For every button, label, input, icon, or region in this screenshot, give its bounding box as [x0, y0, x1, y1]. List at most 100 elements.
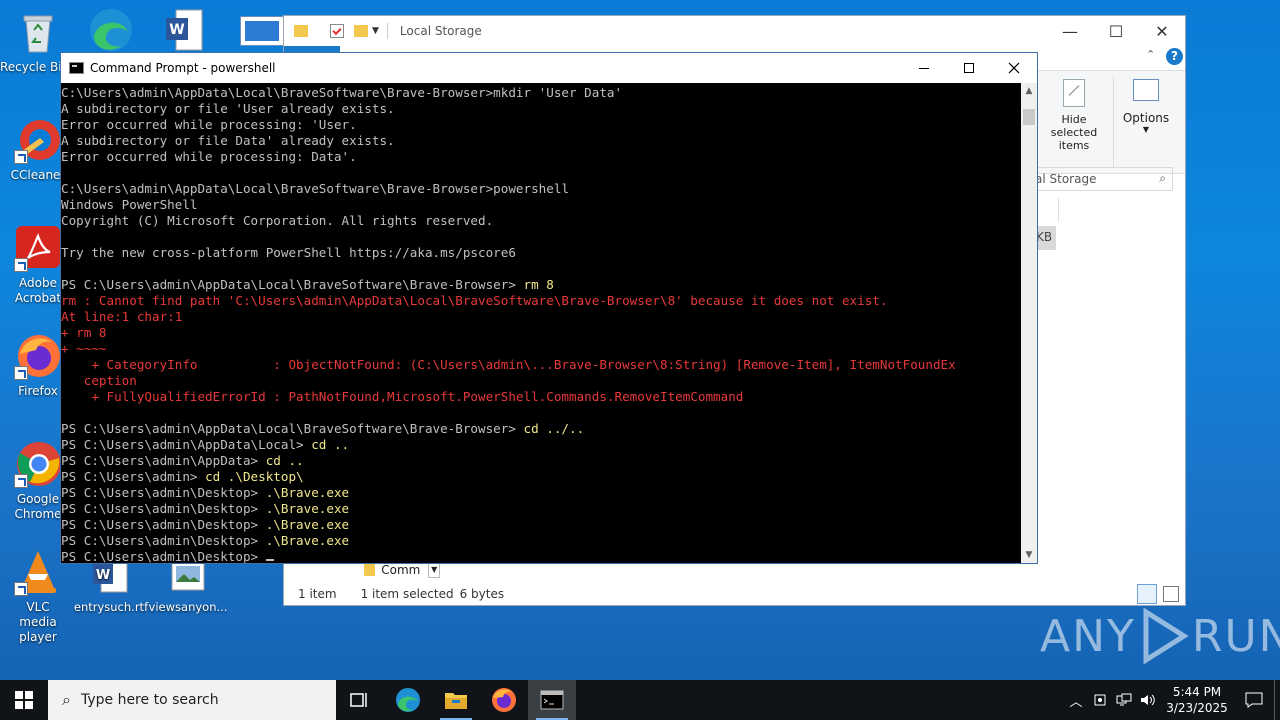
- command-text: .\Brave.exe: [265, 485, 350, 500]
- prompt-text: PS C:\Users\admin\AppData\Local\BraveSof…: [61, 277, 524, 292]
- svg-text:W: W: [96, 568, 110, 583]
- network-icon[interactable]: [1112, 693, 1136, 707]
- explorer-status-bar: 1 item 1 item selected 6 bytes: [284, 583, 1185, 605]
- desktop-icon-label: Recycle Bin: [0, 60, 62, 74]
- taskbar-cmd-button[interactable]: [528, 680, 576, 720]
- ribbon-view-panel: Hide selected items Options ▼: [1035, 70, 1185, 174]
- search-placeholder: Type here to search: [80, 692, 219, 708]
- cmd-window-title: Command Prompt - powershell: [90, 61, 276, 75]
- item-count: 1 item: [298, 587, 337, 601]
- console-line: PS C:\Users\admin\AppData> cd ..: [61, 453, 1023, 469]
- console-scrollbar[interactable]: ▲ ▼: [1021, 83, 1037, 563]
- folder-icon: [364, 564, 376, 576]
- show-desktop-button[interactable]: [1274, 680, 1280, 720]
- console-line: PS C:\Users\admin> cd .\Desktop\: [61, 469, 1023, 485]
- options-button[interactable]: Options ▼: [1119, 79, 1173, 134]
- notifications-icon[interactable]: [1234, 692, 1274, 708]
- text-cursor: [265, 559, 274, 561]
- firefox-icon: [14, 332, 62, 380]
- explorer-close-button[interactable]: ✕: [1139, 16, 1185, 46]
- chrome-icon: [14, 440, 62, 488]
- clock-date: 3/23/2025: [1166, 701, 1228, 715]
- chevron-up-icon[interactable]: ⌃: [1146, 48, 1155, 61]
- command-text: .\Brave.exe: [265, 501, 350, 516]
- taskbar-firefox-button[interactable]: [480, 680, 528, 720]
- console-line: C:\Users\admin\AppData\Local\BraveSoftwa…: [61, 85, 623, 100]
- console-line: Copyright (C) Microsoft Corporation. All…: [61, 213, 494, 228]
- selected-size: 6 bytes: [459, 587, 505, 601]
- large-icons-view-icon[interactable]: [1163, 586, 1179, 602]
- taskbar-file-explorer-button[interactable]: [432, 680, 480, 720]
- taskbar-clock[interactable]: 5:44 PM 3/23/2025: [1160, 684, 1234, 716]
- scroll-down-arrow-icon[interactable]: ▼: [1021, 547, 1037, 563]
- taskbar-search-box[interactable]: ⌕ Type here to search: [48, 680, 336, 720]
- edge-icon: [396, 688, 420, 712]
- details-view-icon[interactable]: [1137, 584, 1157, 604]
- cmd-minimize-button[interactable]: [901, 53, 947, 83]
- console-line: Windows PowerShell: [61, 197, 198, 212]
- properties-icon[interactable]: [330, 24, 344, 38]
- desktop-icon-label: Google Chrome: [14, 492, 62, 521]
- column-divider: [1058, 198, 1059, 222]
- explorer-search-box[interactable]: al Storage ⌕: [1026, 167, 1173, 191]
- prompt-text: PS C:\Users\admin\AppData>: [61, 453, 266, 468]
- desktop-icon-label: VLC media player: [19, 600, 57, 644]
- command-text: cd ../..: [523, 421, 585, 436]
- hide-selected-items-button[interactable]: Hide selected items: [1037, 79, 1111, 152]
- cmd-titlebar[interactable]: Command Prompt - powershell: [61, 53, 1037, 83]
- taskbar: ⌕ Type here to search ︿ 5:44 PM 3/23/202…: [0, 680, 1280, 720]
- console-line: A subdirectory or file Data' already exi…: [61, 133, 395, 148]
- svg-text:W: W: [169, 22, 184, 38]
- task-view-icon: [350, 693, 367, 707]
- cmd-icon: [540, 690, 564, 710]
- word-desktop-icon[interactable]: W: [162, 8, 206, 52]
- console-line: PS C:\Users\admin\Desktop> .\Brave.exe: [61, 533, 1023, 549]
- command-text: cd ..: [311, 437, 350, 452]
- start-button[interactable]: [0, 680, 48, 720]
- play-logo-icon: [1143, 608, 1189, 664]
- prompt-text: PS C:\Users\admin\AppData\Local\BraveSof…: [61, 421, 524, 436]
- command-text: .\Brave.exe: [265, 533, 350, 548]
- desktop-icon-viewsanyon[interactable]: viewsanyon...: [148, 556, 228, 615]
- console-line: PS C:\Users\admin\Desktop>: [61, 549, 1023, 563]
- cmd-maximize-button[interactable]: [946, 53, 992, 83]
- chevron-down-icon[interactable]: ▼: [372, 26, 379, 36]
- vlc-icon: [14, 548, 62, 596]
- command-prompt-window[interactable]: Command Prompt - powershell C:\Users\adm…: [60, 52, 1038, 564]
- chevron-up-icon[interactable]: ︿: [1064, 691, 1088, 710]
- task-view-button[interactable]: [336, 680, 384, 720]
- console-line: + ~~~~: [61, 341, 107, 356]
- scroll-up-arrow-icon[interactable]: ▲: [1021, 83, 1037, 99]
- hide-items-icon: [1063, 79, 1085, 107]
- explorer-minimize-button[interactable]: —: [1047, 16, 1093, 46]
- help-icon[interactable]: ?: [1166, 48, 1183, 65]
- security-icon[interactable]: [1088, 693, 1112, 707]
- window-thumbnail-icon[interactable]: [240, 16, 284, 46]
- firefox-icon: [492, 688, 516, 712]
- scrollbar-thumb[interactable]: [1023, 109, 1035, 125]
- desktop-icon-entrysuch-rtf[interactable]: W entrysuch.rtf: [72, 556, 150, 615]
- edge-desktop-icon[interactable]: [86, 6, 136, 52]
- command-text: cd .\Desktop\: [205, 469, 304, 484]
- console-line: PS C:\Users\admin\AppData\Local\BraveSof…: [61, 277, 1023, 293]
- console-line: PS C:\Users\admin\AppData\Local> cd ..: [61, 437, 1023, 453]
- command-text: rm 8: [523, 277, 554, 292]
- explorer-maximize-button[interactable]: ☐: [1093, 16, 1139, 46]
- console-line: PS C:\Users\admin\Desktop> .\Brave.exe: [61, 517, 1023, 533]
- console-line: + rm 8: [61, 325, 107, 340]
- cmd-icon: [69, 62, 84, 74]
- clock-time: 5:44 PM: [1172, 685, 1222, 699]
- console-line: rm : Cannot find path 'C:\Users\admin\Ap…: [61, 293, 888, 308]
- console-output[interactable]: C:\Users\admin\AppData\Local\BraveSoftwa…: [61, 83, 1023, 563]
- desktop-icon-label: entrysuch.rtf: [73, 600, 149, 614]
- new-folder-icon[interactable]: [354, 25, 368, 37]
- cmd-close-button[interactable]: [991, 53, 1037, 83]
- prompt-text: PS C:\Users\admin\Desktop>: [61, 533, 266, 548]
- volume-icon[interactable]: [1136, 693, 1160, 707]
- desktop-icon-label: viewsanyon...: [148, 600, 228, 614]
- console-line: Try the new cross-platform PowerShell ht…: [61, 245, 516, 260]
- chevron-down-icon[interactable]: ▼: [428, 562, 440, 578]
- taskbar-edge-button[interactable]: [384, 680, 432, 720]
